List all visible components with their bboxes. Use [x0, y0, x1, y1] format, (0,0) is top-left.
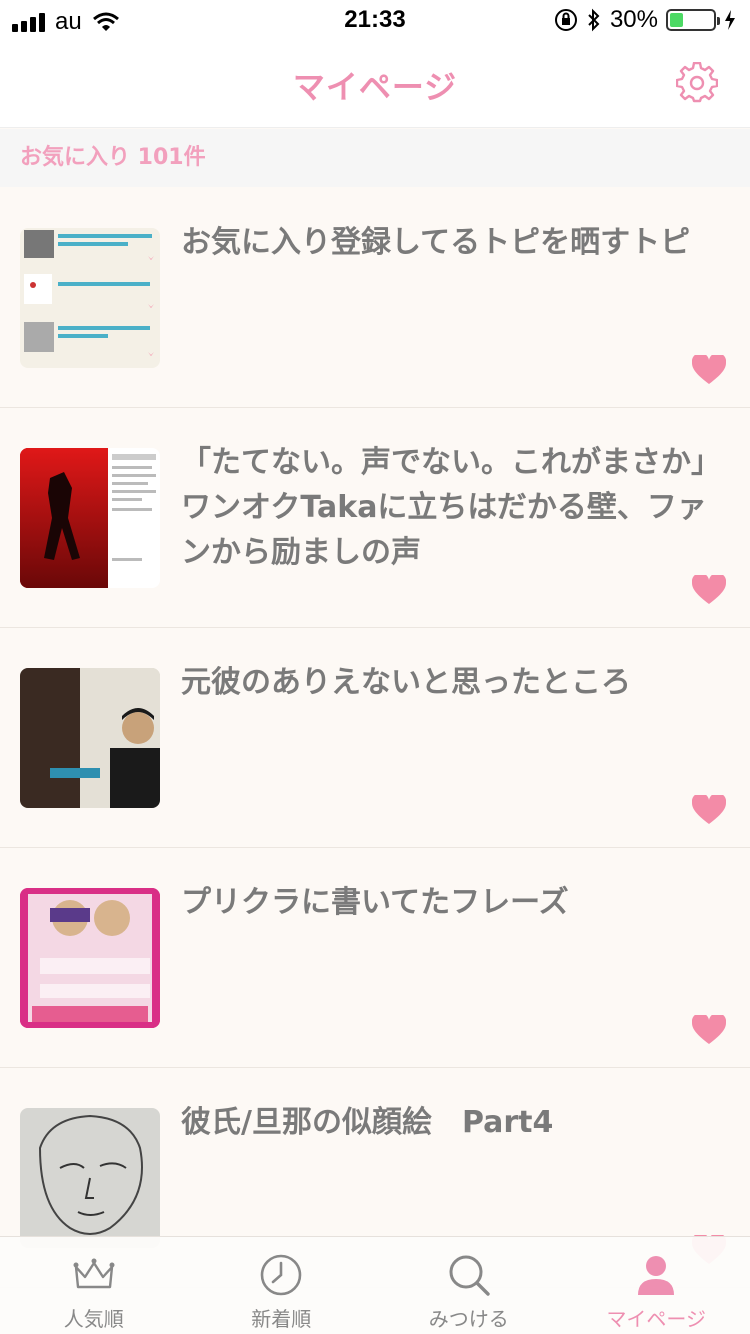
charging-icon — [725, 10, 735, 30]
clock-icon — [260, 1254, 302, 1296]
tab-label: みつける — [428, 1307, 509, 1331]
list-item[interactable]: 元彼のありえないと思ったところ — [0, 628, 750, 848]
rotation-lock-icon — [554, 9, 577, 31]
heart-icon[interactable] — [692, 795, 726, 825]
tab-search[interactable]: みつける — [375, 1237, 563, 1334]
gear-icon[interactable] — [676, 62, 718, 104]
tab-popular[interactable]: 人気順 — [0, 1237, 188, 1334]
favorites-list: お気に入り登録してるトピを晒すトピ 「たてない。声でない。これがまさか」ワンオク — [0, 188, 750, 1288]
tab-new[interactable]: 新着順 — [188, 1237, 376, 1334]
item-title: 彼氏/旦那の似顔絵 Part4 — [181, 1105, 554, 1140]
nav-header: マイページ — [0, 40, 750, 128]
list-item[interactable]: お気に入り登録してるトピを晒すトピ — [0, 188, 750, 408]
page-title: マイページ — [292, 68, 458, 106]
battery-percent: 30% — [609, 6, 658, 33]
battery-icon — [666, 9, 720, 31]
heart-icon[interactable] — [692, 1015, 726, 1045]
crown-icon — [73, 1258, 115, 1289]
tab-mypage[interactable]: マイページ — [563, 1237, 750, 1334]
tab-label: マイページ — [606, 1307, 707, 1331]
status-right: 30% — [554, 6, 736, 34]
battery-fill — [670, 13, 683, 27]
search-icon — [449, 1255, 490, 1296]
item-title: 元彼のありえないと思ったところ — [181, 665, 631, 700]
thumbnail-image — [20, 228, 160, 368]
item-title: お気に入り登録してるトピを晒すトピ — [181, 225, 691, 260]
status-bar: au 21:33 30% — [0, 0, 750, 40]
tab-bar: 人気順 新着順 みつける マイページ — [0, 1236, 750, 1334]
person-icon — [638, 1256, 675, 1295]
tab-label: 人気順 — [63, 1307, 124, 1331]
heart-icon[interactable] — [692, 355, 726, 385]
item-title: プリクラに書いてたフレーズ — [181, 885, 569, 920]
thumbnail-image — [20, 888, 160, 1028]
tab-label: 新着順 — [251, 1307, 312, 1331]
thumbnail-image — [20, 448, 160, 588]
bluetooth-icon — [588, 8, 600, 32]
thumbnail-image — [20, 1108, 160, 1248]
heart-icon[interactable] — [692, 575, 726, 605]
item-title: 「たてない。声でない。これがまさか」ワンオクTakaに立ちはだかる壁、ファンから… — [181, 445, 721, 570]
favorites-count-header: お気に入り 101件 — [0, 129, 750, 187]
thumbnail-image — [20, 668, 160, 808]
list-item[interactable]: プリクラに書いてたフレーズ — [0, 848, 750, 1068]
list-item[interactable]: 「たてない。声でない。これがまさか」ワンオクTakaに立ちはだかる壁、ファンから… — [0, 408, 750, 628]
